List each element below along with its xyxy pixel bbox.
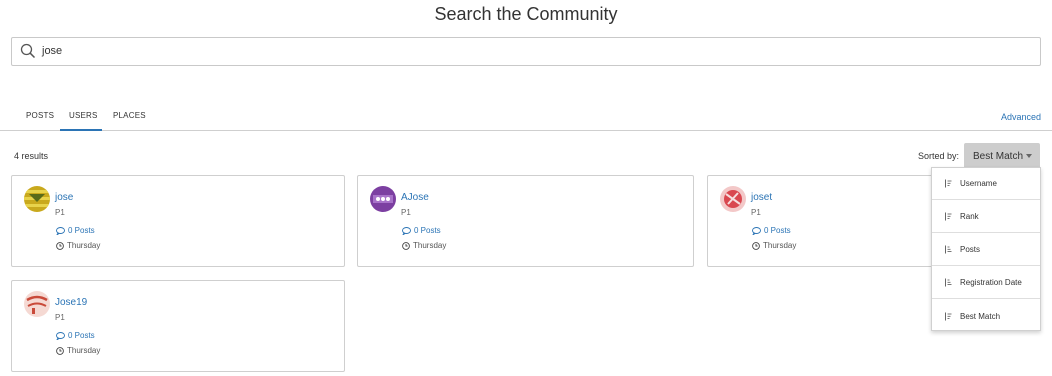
sort-option-label: Best Match: [960, 311, 1001, 321]
results-count: 4 results: [14, 151, 49, 161]
sort-selected-label: Best Match: [973, 150, 1024, 162]
last-active: Thursday: [56, 346, 100, 355]
comment-icon: [752, 226, 761, 235]
sort-option-rank[interactable]: Rank: [932, 201, 1040, 233]
sort-option-posts[interactable]: Posts: [932, 234, 1040, 266]
sort-dropdown-button[interactable]: Best Match: [964, 143, 1040, 169]
sort-option-label: Posts: [960, 245, 981, 254]
posts-link[interactable]: 0 Posts: [56, 226, 95, 235]
clock-icon: [402, 241, 410, 250]
username-link[interactable]: joset: [751, 192, 772, 203]
clock-icon: [56, 241, 64, 250]
search-input[interactable]: jose: [11, 37, 1041, 66]
sort-option-label: Registration Date: [960, 278, 1022, 287]
caret-down-icon: [1026, 154, 1033, 158]
search-query: jose: [42, 45, 63, 57]
avatar[interactable]: [370, 186, 396, 212]
user-rank: P1: [401, 208, 411, 217]
comment-icon: [56, 226, 65, 235]
user-rank: P1: [55, 313, 65, 322]
clock-icon: [56, 346, 64, 355]
avatar[interactable]: [24, 291, 50, 317]
username-link[interactable]: AJose: [401, 192, 429, 203]
sort-option-username[interactable]: Username: [932, 168, 1040, 200]
sort-option-label: Username: [960, 179, 997, 188]
result-tabs: POSTS USERS PLACES Advanced: [0, 107, 1052, 131]
user-card: jose P1 0 Posts Thursday: [11, 175, 345, 267]
tab-users[interactable]: USERS: [60, 111, 102, 131]
page-title: Search the Community: [434, 4, 618, 24]
comment-icon: [402, 226, 411, 235]
sort-dropdown-menu: Username Rank Posts Registration Date Be…: [931, 167, 1041, 331]
clock-icon: [752, 241, 760, 250]
username-link[interactable]: jose: [55, 192, 73, 203]
posts-count: 0 Posts: [68, 226, 95, 235]
user-rank: P1: [751, 208, 761, 217]
user-card: AJose P1 0 Posts Thursday: [357, 175, 694, 267]
last-active-date: Thursday: [413, 241, 447, 250]
posts-count: 0 Posts: [68, 331, 95, 340]
comment-icon: [56, 331, 65, 340]
last-active: Thursday: [56, 241, 100, 250]
tab-places[interactable]: PLACES: [113, 111, 146, 131]
posts-link[interactable]: 0 Posts: [56, 331, 95, 340]
sort-option-registration-date[interactable]: Registration Date: [932, 267, 1040, 299]
posts-link[interactable]: 0 Posts: [752, 226, 791, 235]
posts-count: 0 Posts: [414, 226, 441, 235]
user-card: Jose19 P1 0 Posts Thursday: [11, 280, 345, 372]
posts-count: 0 Posts: [764, 226, 791, 235]
sort-option-label: Rank: [960, 212, 979, 221]
sort-ascending-icon: [945, 179, 952, 188]
posts-link[interactable]: 0 Posts: [402, 226, 441, 235]
avatar[interactable]: [24, 186, 50, 212]
sort-option-best-match[interactable]: Best Match: [932, 300, 1040, 332]
user-rank: P1: [55, 208, 65, 217]
last-active-date: Thursday: [763, 241, 797, 250]
sort-descending-icon: [945, 245, 952, 254]
sort-ascending-icon: [945, 312, 952, 320]
tab-posts[interactable]: POSTS: [26, 111, 54, 131]
search-icon: [20, 43, 36, 59]
sorted-by-label: Sorted by:: [918, 151, 960, 161]
avatar[interactable]: [720, 186, 746, 212]
last-active-date: Thursday: [67, 241, 101, 250]
advanced-link[interactable]: Advanced: [1001, 112, 1041, 122]
last-active: Thursday: [402, 241, 446, 250]
last-active: Thursday: [752, 241, 796, 250]
last-active-date: Thursday: [67, 346, 101, 355]
sort-ascending-icon: [945, 212, 952, 221]
sort-descending-icon: [945, 278, 952, 287]
username-link[interactable]: Jose19: [55, 297, 87, 308]
